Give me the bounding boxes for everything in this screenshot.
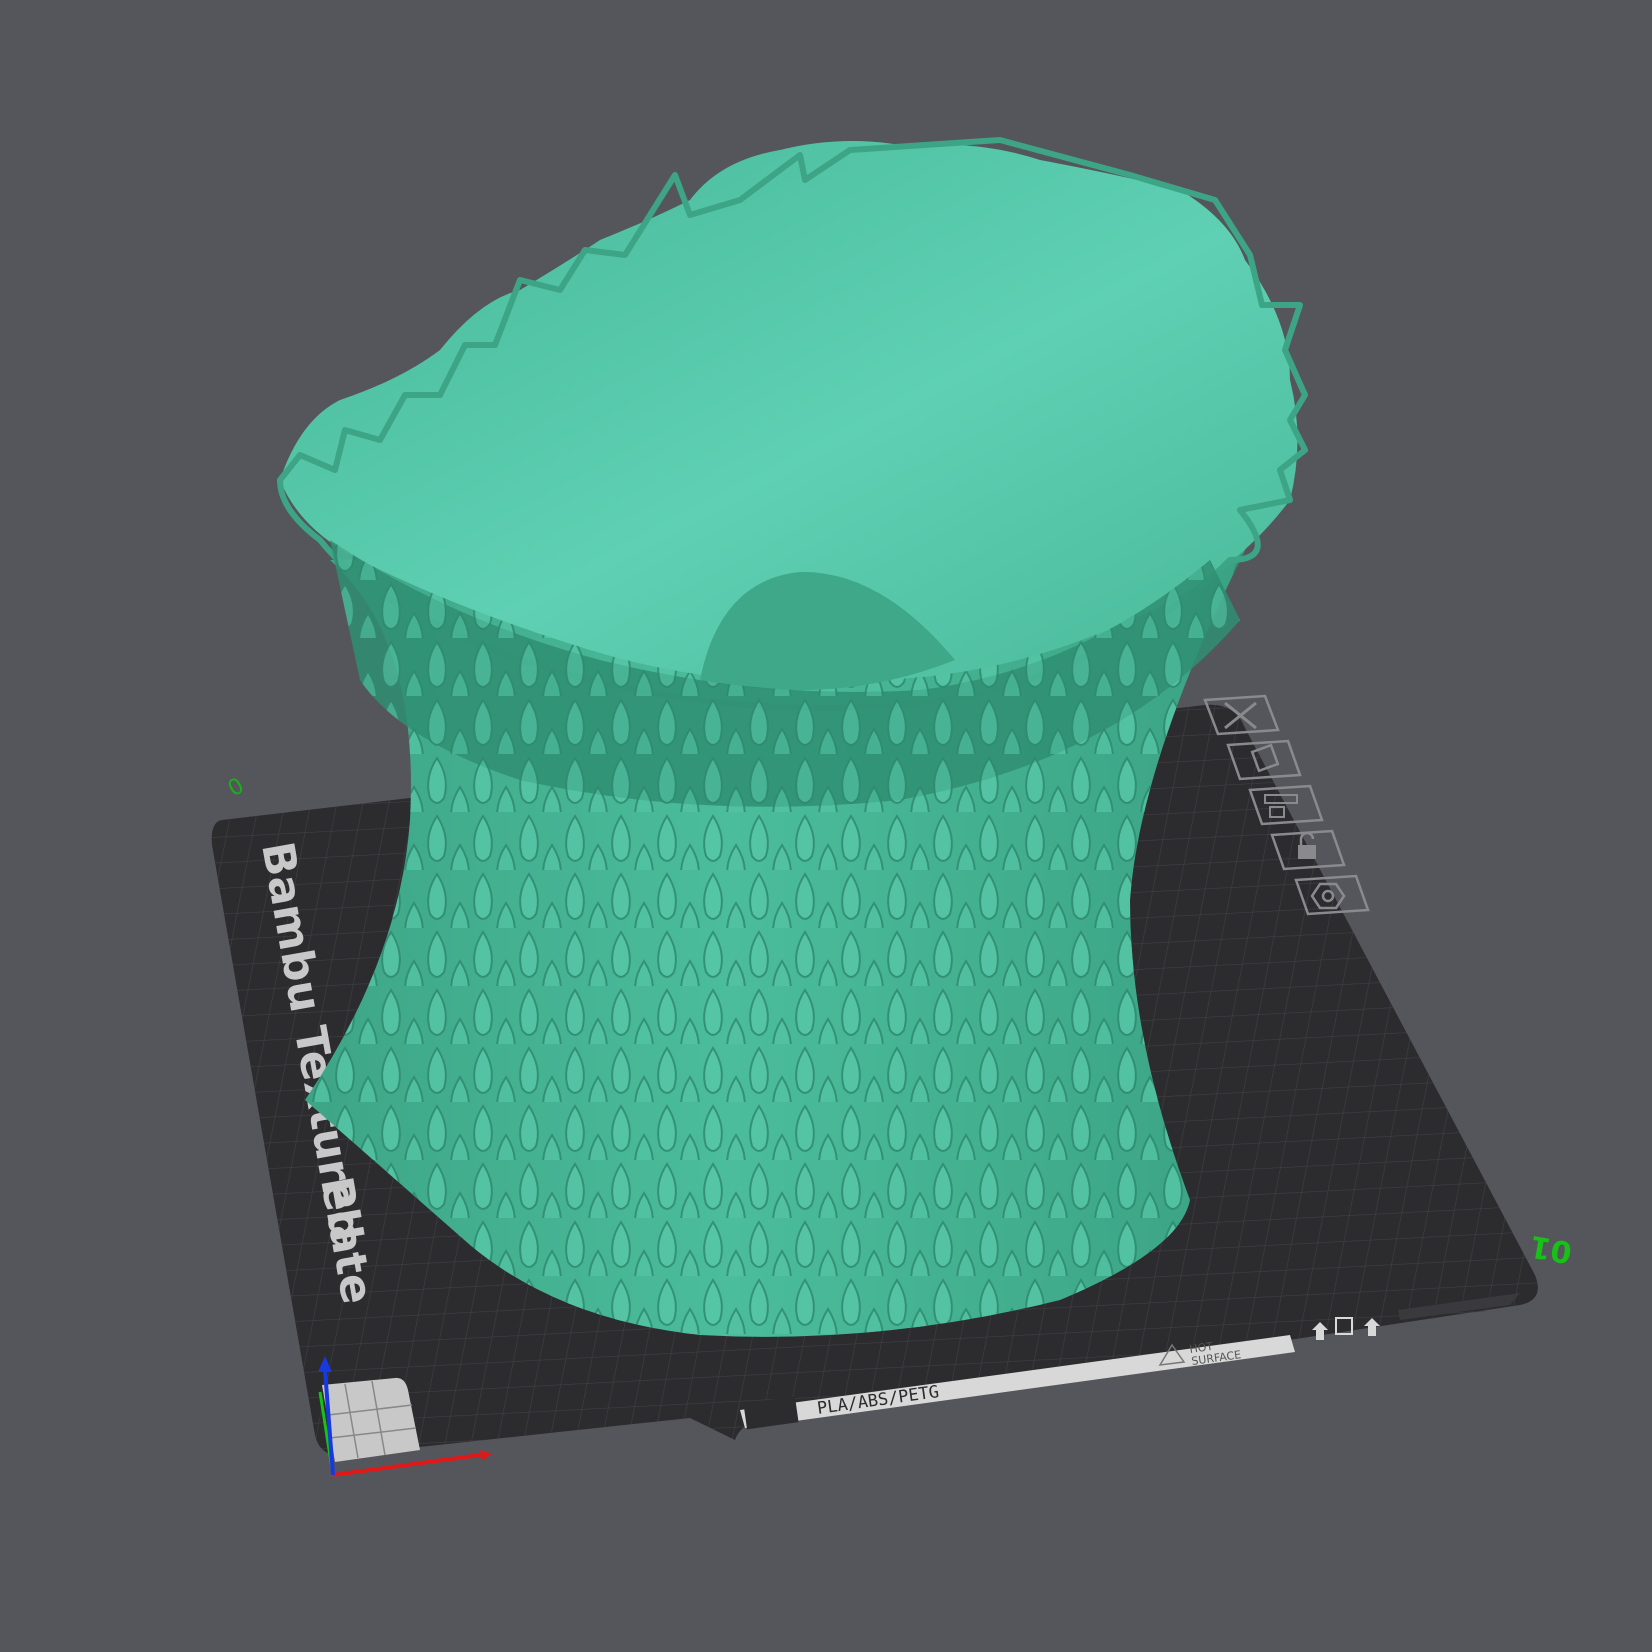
3d-model-vase[interactable] [277, 137, 1308, 1337]
plate-number: 01 [1527, 1228, 1574, 1270]
3d-viewport[interactable]: Bambu Textured Plate 0 01 PLA/ABS/PETG H… [0, 0, 1652, 1652]
plate-corner-mark: 0 [224, 773, 249, 802]
